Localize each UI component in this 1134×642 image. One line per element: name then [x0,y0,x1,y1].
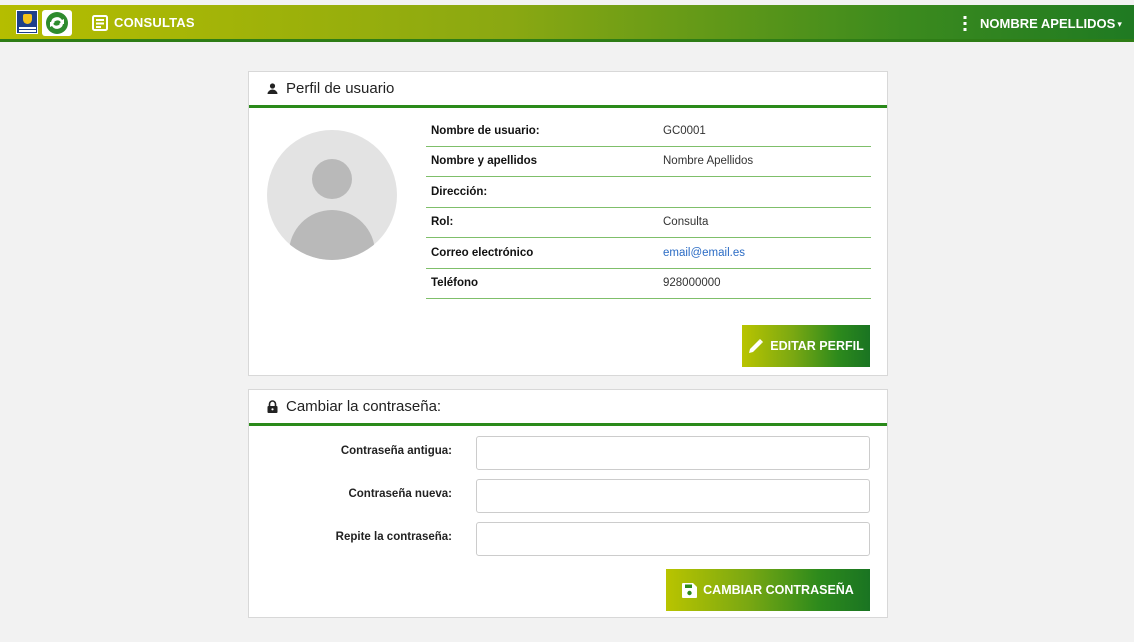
repeat-password-row: Repite la contraseña: [249,522,889,556]
field-value-role: Consulta [663,216,709,229]
table-row: Teléfono 928000000 [426,269,871,299]
field-value-username: GC0001 [663,124,706,137]
user-icon [267,83,278,94]
password-panel-header: Cambiar la contraseña: [249,390,887,426]
user-menu-label: NOMBRE APELLIDOS [980,16,1116,31]
brand-consultas-link[interactable]: CONSULTAS [114,15,195,30]
table-row: Dirección: [426,177,871,208]
top-navbar: CONSULTAS NOMBRE APELLIDOS ▾ [0,5,1134,42]
change-password-panel: Cambiar la contraseña: Contraseña antigu… [248,389,888,618]
table-row: Nombre de usuario: GC0001 [426,116,871,147]
email-link[interactable]: email@email.es [663,247,745,259]
recycle-logo-icon[interactable] [42,10,72,36]
chevron-down-icon: ▾ [1117,19,1122,29]
field-label-address: Dirección: [431,185,488,198]
field-label-username: Nombre de usuario: [431,124,540,137]
pencil-icon [749,339,764,353]
repeat-password-input[interactable] [476,522,870,556]
old-password-label: Contraseña antigua: [340,445,452,457]
new-password-label: Contraseña nueva: [348,488,452,500]
table-row: Nombre y apellidos Nombre Apellidos [426,147,871,177]
field-label-fullname: Nombre y apellidos [431,155,538,168]
field-label-role: Rol: [431,216,454,229]
field-value-phone: 928000000 [663,277,721,290]
profile-info-table: Nombre de usuario: GC0001 Nombre y apell… [426,116,871,299]
new-password-input[interactable] [476,479,870,513]
change-password-label: CAMBIAR CONTRASEÑA [703,583,854,597]
table-row: Rol: Consulta [426,208,871,238]
field-label-phone: Teléfono [431,277,479,290]
save-icon [682,582,698,598]
profile-panel: Perfil de usuario Nombre de usuario: GC0… [248,71,888,376]
profile-panel-header: Perfil de usuario [249,72,887,108]
avatar [267,130,397,260]
document-list-icon[interactable] [92,15,108,36]
repeat-password-label: Repite la contraseña: [335,531,452,543]
table-row: Correo electrónico email@email.es [426,238,871,269]
new-password-row: Contraseña nueva: [249,479,889,513]
field-value-fullname: Nombre Apellidos [663,155,754,168]
old-password-row: Contraseña antigua: [249,436,889,470]
edit-profile-button[interactable]: EDITAR PERFIL [742,325,870,367]
cabildo-logo-icon[interactable] [16,10,38,34]
old-password-input[interactable] [476,436,870,470]
user-menu-dropdown[interactable]: NOMBRE APELLIDOS ▾ [980,16,1122,31]
kebab-menu-icon[interactable] [963,16,967,36]
field-label-email: Correo electrónico [431,246,534,259]
profile-title: Perfil de usuario [286,80,395,97]
lock-icon [267,400,278,413]
change-password-button[interactable]: CAMBIAR CONTRASEÑA [666,569,870,611]
password-title: Cambiar la contraseña: [286,398,442,415]
edit-profile-label: EDITAR PERFIL [770,339,864,353]
